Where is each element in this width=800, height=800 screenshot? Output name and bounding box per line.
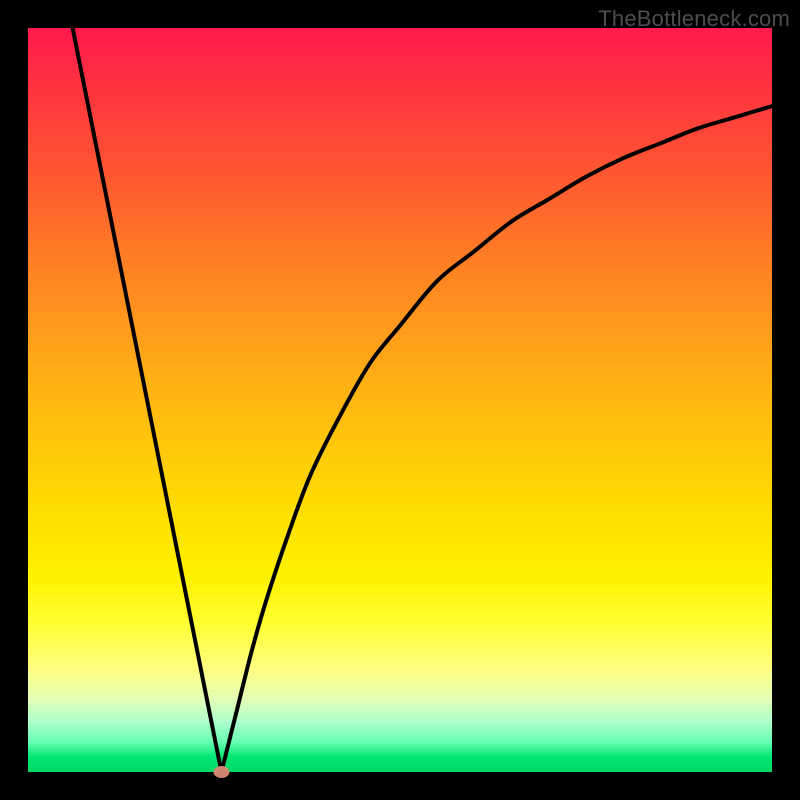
plot-area (28, 28, 772, 772)
min-marker (213, 766, 229, 778)
bottleneck-curve (73, 28, 772, 772)
chart-container: TheBottleneck.com (0, 0, 800, 800)
curve-svg (28, 28, 772, 772)
